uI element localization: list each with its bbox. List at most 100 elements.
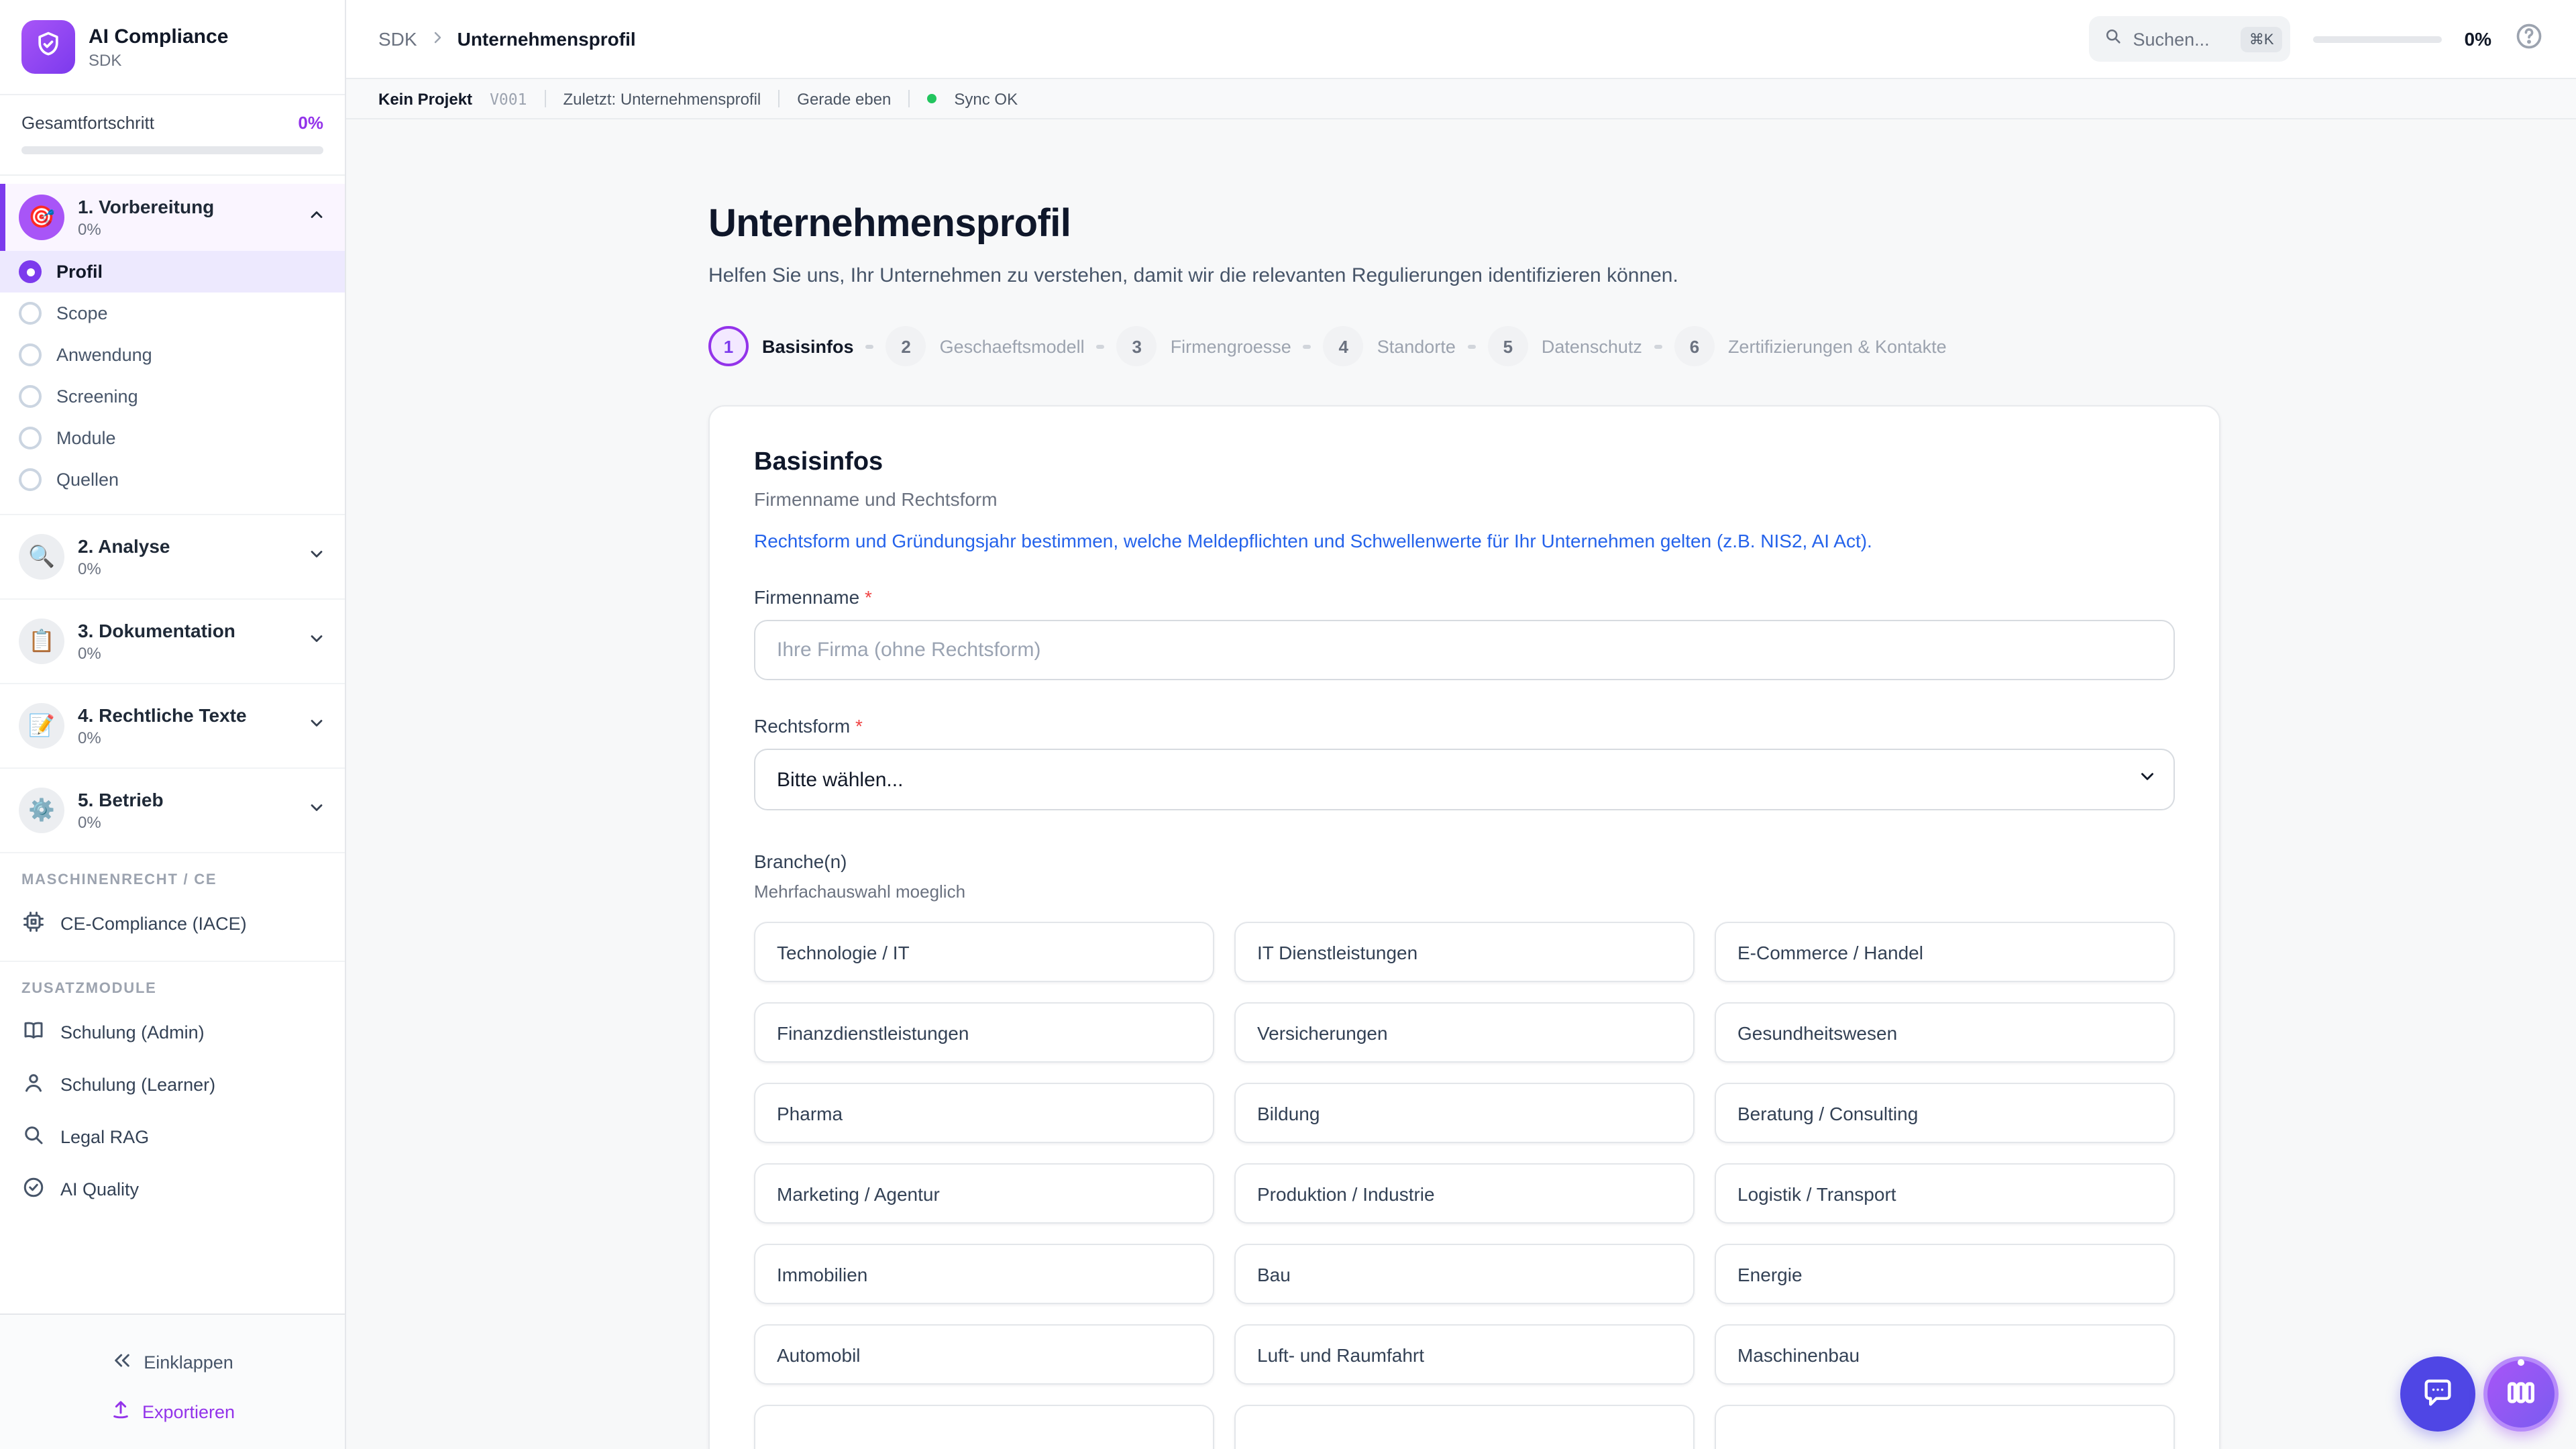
step-separator [1303,344,1311,348]
branche-option[interactable]: Marketing / Agentur [754,1163,1214,1224]
app-subtitle: SDK [89,50,228,69]
branche-option[interactable]: Bau [1234,1244,1695,1304]
branche-option[interactable]: IT Dienstleistungen [1234,922,1695,982]
branche-option[interactable]: Gesundheitswesen [1715,1002,2175,1063]
magnifier-icon: 🔍 [19,534,64,580]
branche-option-partial[interactable] [754,1405,1214,1449]
export-label: Exportieren [142,1402,235,1422]
step-separator [1654,344,1662,348]
collapse-label: Einklappen [144,1352,233,1373]
branche-option[interactable]: Logistik / Transport [1715,1163,2175,1224]
branche-option[interactable]: Luft- und Raumfahrt [1234,1324,1695,1385]
breadcrumb: SDK Unternehmensprofil [378,28,636,50]
help-icon[interactable] [2514,21,2544,57]
nav-section-header-dokumentation[interactable]: 📋 3. Dokumentation 0% [0,608,345,675]
branche-option[interactable]: Technologie / IT [754,922,1214,982]
header-progress-value: 0% [2465,28,2491,50]
branche-option[interactable]: Maschinenbau [1715,1324,2175,1385]
branche-option-partial[interactable] [1234,1405,1695,1449]
branchen-label: Branche(n) [754,851,2175,872]
person-icon [21,1071,46,1099]
sidebar-item-profil[interactable]: Profil [0,251,345,292]
export-button[interactable]: Exportieren [110,1399,235,1425]
step-number: 6 [1674,326,1715,366]
version-badge: V001 [490,89,527,108]
search-input[interactable]: Suchen... ⌘K [2089,16,2290,62]
section-progress: 0% [78,729,247,747]
chevron-down-icon [307,798,326,823]
sidebar-item-label: Anwendung [56,345,152,365]
sidebar-item-scope[interactable]: Scope [0,292,345,334]
sidebar-item-label: Module [56,428,116,448]
nav-section-header-rechtliche-texte[interactable]: 📝 4. Rechtliche Texte 0% [0,692,345,759]
step-label: Geschaeftsmodell [940,336,1085,356]
panel-toggle-button[interactable] [2483,1356,2559,1432]
section-progress: 0% [78,559,170,578]
step-datenschutz[interactable]: 5 Datenschutz [1488,326,1642,366]
branche-option-partial[interactable] [1715,1405,2175,1449]
branche-option[interactable]: Bildung [1234,1083,1695,1143]
step-number: 4 [1324,326,1364,366]
nav-section-header-vorbereitung[interactable]: 🎯 1. Vorbereitung 0% [0,184,345,251]
nav-section-betrieb: ⚙️ 5. Betrieb 0% [0,769,345,853]
step-zertifizierungen[interactable]: 6 Zertifizierungen & Kontakte [1674,326,1947,366]
page-subtitle: Helfen Sie uns, Ihr Unternehmen zu verst… [708,264,2576,287]
branche-option[interactable]: Beratung / Consulting [1715,1083,2175,1143]
sidebar-item-legal-rag[interactable]: Legal RAG [0,1111,345,1163]
branche-option[interactable]: Automobil [754,1324,1214,1385]
sidebar-item-ce-compliance[interactable]: CE-Compliance (IACE) [0,898,345,950]
card-subtitle: Firmenname und Rechtsform [754,488,2175,510]
project-status: Kein Projekt [378,89,472,108]
header-progress-bar [2313,36,2442,42]
chevron-down-icon [307,629,326,654]
step-geschaeftsmodell[interactable]: 2 Geschaeftsmodell [886,326,1085,366]
collapse-sidebar-button[interactable]: Einklappen [111,1350,233,1375]
sidebar-item-screening[interactable]: Screening [0,376,345,417]
branche-option[interactable]: Produktion / Industrie [1234,1163,1695,1224]
sidebar-item-label: Scope [56,303,108,323]
collapse-icon [111,1350,133,1375]
nav-section-vorbereitung: 🎯 1. Vorbereitung 0% Profil [0,176,345,515]
overall-progress-label: Gesamtfortschritt [21,113,154,133]
sidebar-item-schulung-learner[interactable]: Schulung (Learner) [0,1059,345,1111]
branche-option[interactable]: Energie [1715,1244,2175,1304]
sidebar-item-anwendung[interactable]: Anwendung [0,334,345,376]
nav-section-header-analyse[interactable]: 🔍 2. Analyse 0% [0,523,345,590]
section-title: 5. Betrieb [78,789,164,810]
sidebar-item-label: Quellen [56,470,119,490]
statusbar: Kein Projekt V001 Zuletzt: Unternehmensp… [346,79,2576,119]
section-title: 1. Vorbereitung [78,196,214,217]
overall-progress: Gesamtfortschritt 0% [0,95,345,176]
sidebar-item-quellen[interactable]: Quellen [0,459,345,500]
radio-selected-icon [19,260,42,283]
branche-option[interactable]: Versicherungen [1234,1002,1695,1063]
radio-empty-icon [19,343,42,366]
firmenname-input[interactable] [754,620,2175,680]
section-title: 4. Rechtliche Texte [78,704,247,726]
step-label: Firmengroesse [1171,336,1291,356]
branche-option[interactable]: Immobilien [754,1244,1214,1304]
step-number: 3 [1117,326,1157,366]
rechtsform-select[interactable]: Bitte wählen... [754,749,2175,810]
step-separator [1097,344,1105,348]
card-title: Basisinfos [754,448,2175,478]
step-basisinfos[interactable]: 1 Basisinfos [708,326,854,366]
chevron-down-icon [307,544,326,570]
sidebar-header: AI Compliance SDK [0,0,345,95]
step-number: 5 [1488,326,1528,366]
branche-option[interactable]: E-Commerce / Handel [1715,922,2175,982]
nav-section-header-betrieb[interactable]: ⚙️ 5. Betrieb 0% [0,777,345,844]
step-standorte[interactable]: 4 Standorte [1324,326,1456,366]
breadcrumb-root[interactable]: SDK [378,28,417,50]
main-area: SDK Unternehmensprofil Suchen... ⌘K [346,0,2576,1449]
sidebar-item-schulung-admin[interactable]: Schulung (Admin) [0,1006,345,1059]
branche-option[interactable]: Pharma [754,1083,1214,1143]
step-firmengroesse[interactable]: 3 Firmengroesse [1117,326,1291,366]
branche-option[interactable]: Finanzdienstleistungen [754,1002,1214,1063]
chat-assistant-button[interactable] [2400,1356,2475,1432]
divider [778,90,780,107]
sidebar-item-label: Profil [56,262,103,282]
sidebar-item-ai-quality[interactable]: AI Quality [0,1163,345,1216]
section-items: Profil Scope Anwendung Screening [0,251,345,506]
sidebar-item-module[interactable]: Module [0,417,345,459]
